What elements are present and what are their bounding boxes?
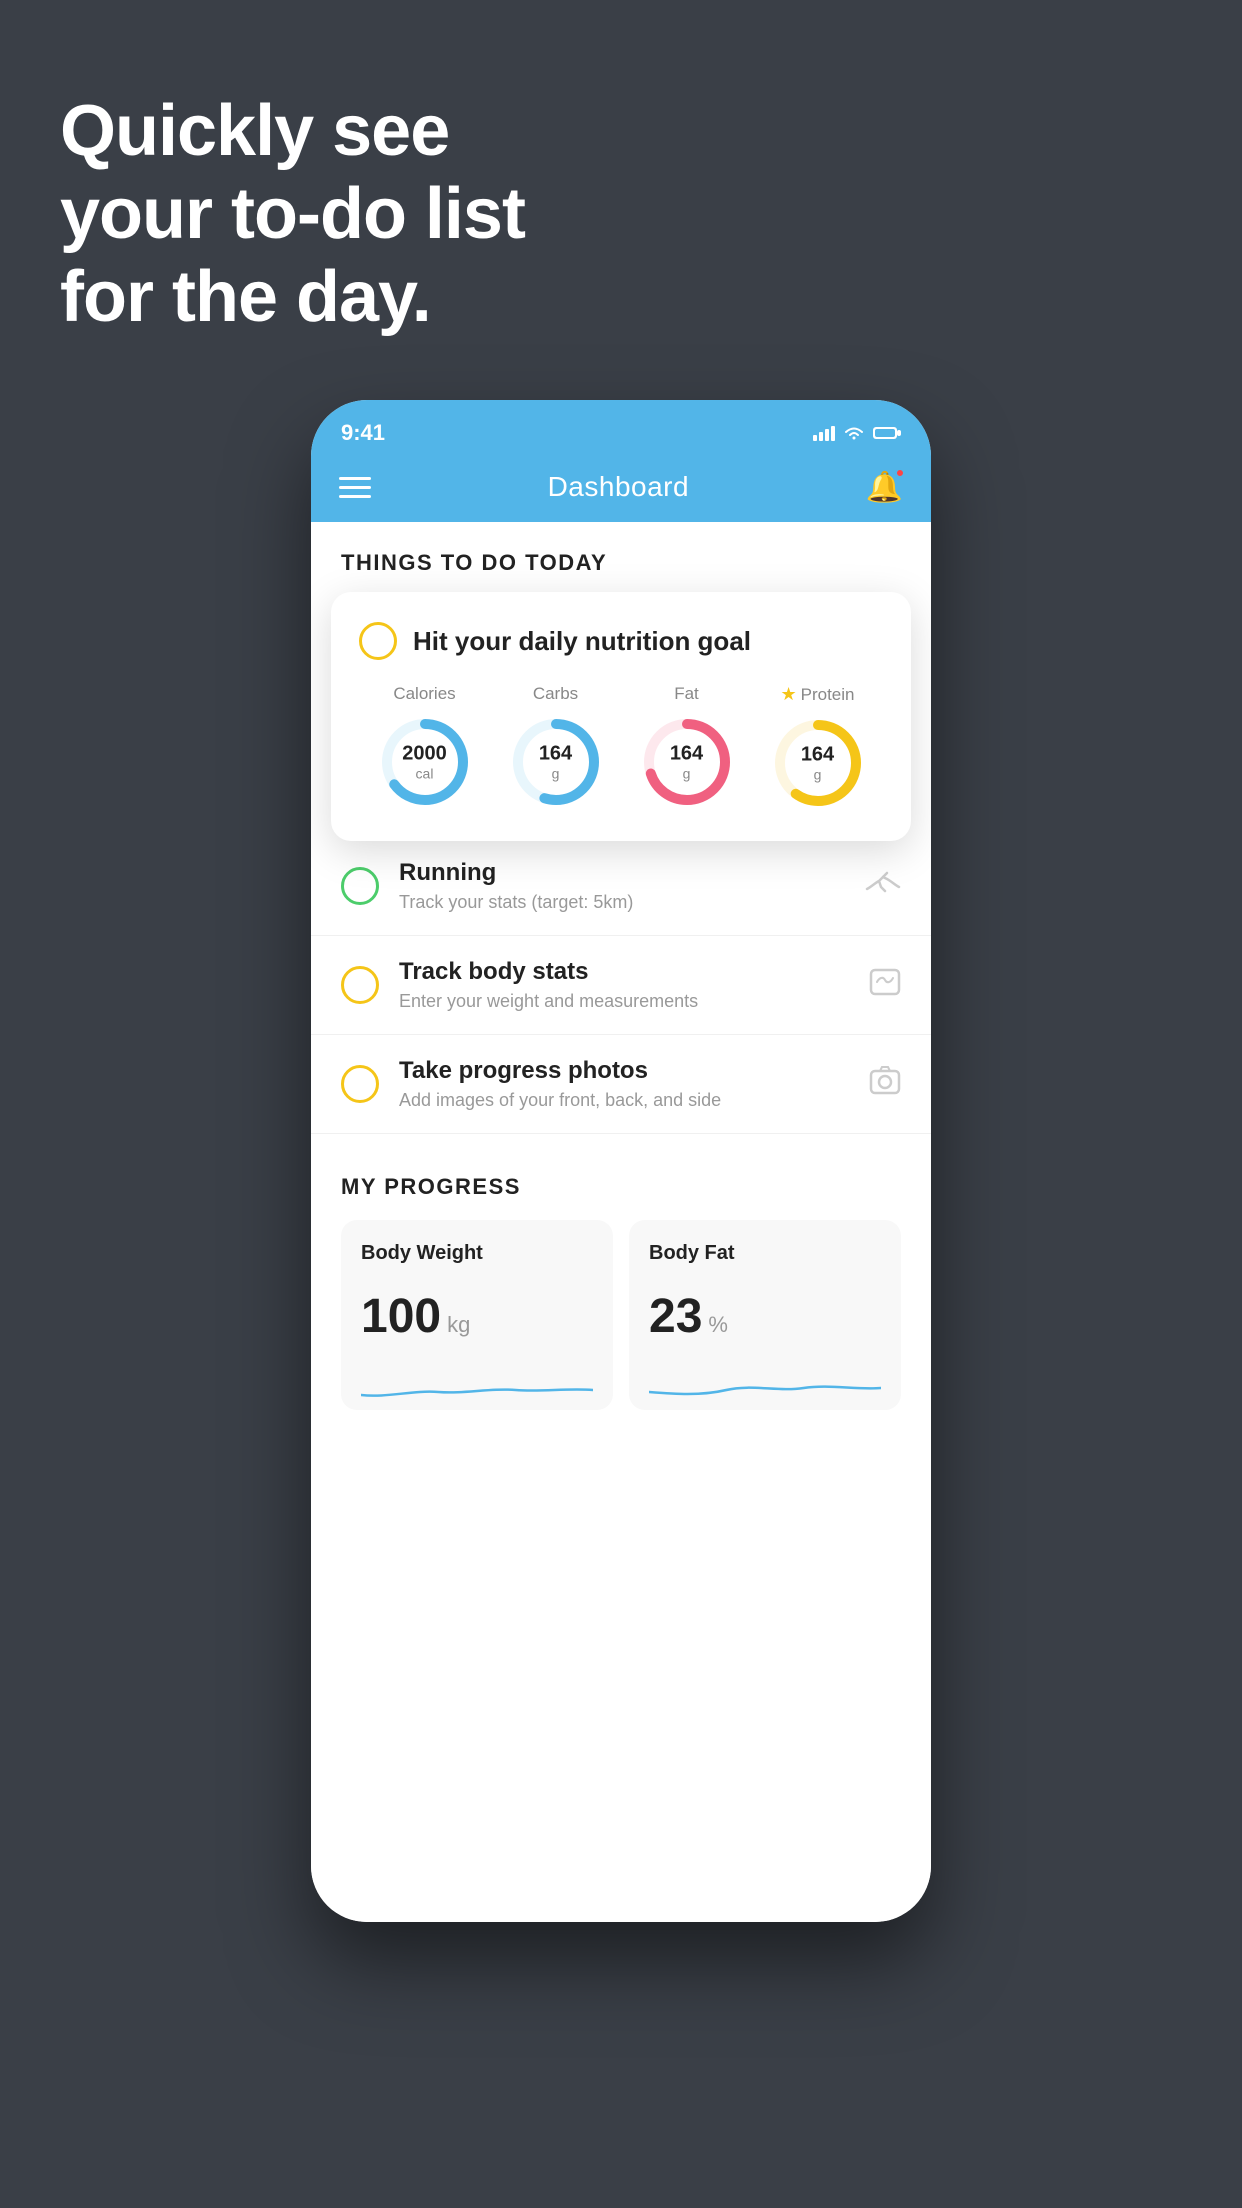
carbs-value: 164 [539,743,572,766]
things-to-do-header: THINGS TO DO TODAY [311,522,931,592]
body-weight-unit: kg [447,1312,470,1338]
carbs-donut: 164 g [506,712,606,812]
status-time: 9:41 [341,420,385,446]
body-fat-value-row: 23 % [649,1289,881,1344]
calories-value: 2000 [402,743,447,766]
carbs-unit: g [539,766,572,782]
bodystats-check[interactable] [341,966,379,1004]
notification-bell-button[interactable]: 🔔 [866,470,903,505]
star-icon: ★ [780,684,796,705]
progress-header: MY PROGRESS [341,1174,901,1200]
nutrition-fat: Fat 164 g [637,684,737,812]
phone-content: THINGS TO DO TODAY Hit your daily nutrit… [311,522,931,1922]
body-weight-chart [361,1360,593,1410]
carbs-label: Carbs [533,684,578,704]
body-fat-chart [649,1360,881,1410]
photos-subtitle: Add images of your front, back, and side [399,1090,849,1111]
protein-donut: 164 g [768,713,868,813]
photo-icon [869,1065,901,1104]
bodystats-task-text: Track body stats Enter your weight and m… [399,958,849,1012]
nav-title: Dashboard [548,471,689,503]
scale-icon [869,966,901,1005]
phone-shell: 9:41 [311,400,931,1922]
body-fat-value: 23 [649,1289,702,1344]
hero-line1: Quickly see [60,90,525,173]
signal-icon [813,425,835,441]
nutrition-calories: Calories 2000 cal [375,684,475,812]
nutrition-protein: ★ Protein 164 g [768,684,868,813]
nav-bar: Dashboard 🔔 [311,452,931,522]
protein-unit: g [801,767,834,783]
bodystats-title: Track body stats [399,958,849,986]
menu-button[interactable] [339,477,371,498]
protein-label: ★ Protein [780,684,854,705]
photos-title: Take progress photos [399,1057,849,1085]
running-subtitle: Track your stats (target: 5km) [399,892,845,913]
notification-dot [895,468,905,478]
body-fat-unit: % [708,1312,728,1338]
running-title: Running [399,859,845,887]
photos-check[interactable] [341,1065,379,1103]
calories-label: Calories [393,684,455,704]
progress-cards: Body Weight 100 kg Body Fat [341,1220,901,1410]
calories-donut: 2000 cal [375,712,475,812]
running-check[interactable] [341,867,379,905]
hero-heading: Quickly see your to-do list for the day. [60,90,525,338]
running-task-text: Running Track your stats (target: 5km) [399,859,845,913]
nutrition-card-title: Hit your daily nutrition goal [413,626,751,657]
nutrition-check-circle[interactable] [359,622,397,660]
battery-icon [873,425,901,441]
photos-task-text: Take progress photos Add images of your … [399,1057,849,1111]
hero-line2: your to-do list [60,173,525,256]
task-list: Running Track your stats (target: 5km) [311,837,931,1134]
hero-line3: for the day. [60,256,525,339]
body-weight-card[interactable]: Body Weight 100 kg [341,1220,613,1410]
progress-section: MY PROGRESS Body Weight 100 kg [311,1134,931,1410]
body-weight-value-row: 100 kg [361,1289,593,1344]
status-bar: 9:41 [311,400,931,452]
task-running[interactable]: Running Track your stats (target: 5km) [311,837,931,936]
body-weight-value: 100 [361,1289,441,1344]
wifi-icon [843,425,865,441]
card-title-row: Hit your daily nutrition goal [359,622,883,660]
nutrition-carbs: Carbs 164 g [506,684,606,812]
task-body-stats[interactable]: Track body stats Enter your weight and m… [311,936,931,1035]
fat-label: Fat [674,684,699,704]
running-icon [865,869,901,904]
calories-unit: cal [402,766,447,782]
body-fat-title: Body Fat [649,1242,881,1265]
bodystats-subtitle: Enter your weight and measurements [399,991,849,1012]
fat-unit: g [670,766,703,782]
body-weight-title: Body Weight [361,1242,593,1265]
nutrition-card: Hit your daily nutrition goal Calories [331,592,911,841]
status-icons [813,425,901,441]
phone-mockup: 9:41 [311,400,931,1922]
nutrition-grid: Calories 2000 cal [359,684,883,813]
fat-donut: 164 g [637,712,737,812]
protein-value: 164 [801,744,834,767]
body-fat-card[interactable]: Body Fat 23 % [629,1220,901,1410]
fat-value: 164 [670,743,703,766]
task-progress-photos[interactable]: Take progress photos Add images of your … [311,1035,931,1134]
